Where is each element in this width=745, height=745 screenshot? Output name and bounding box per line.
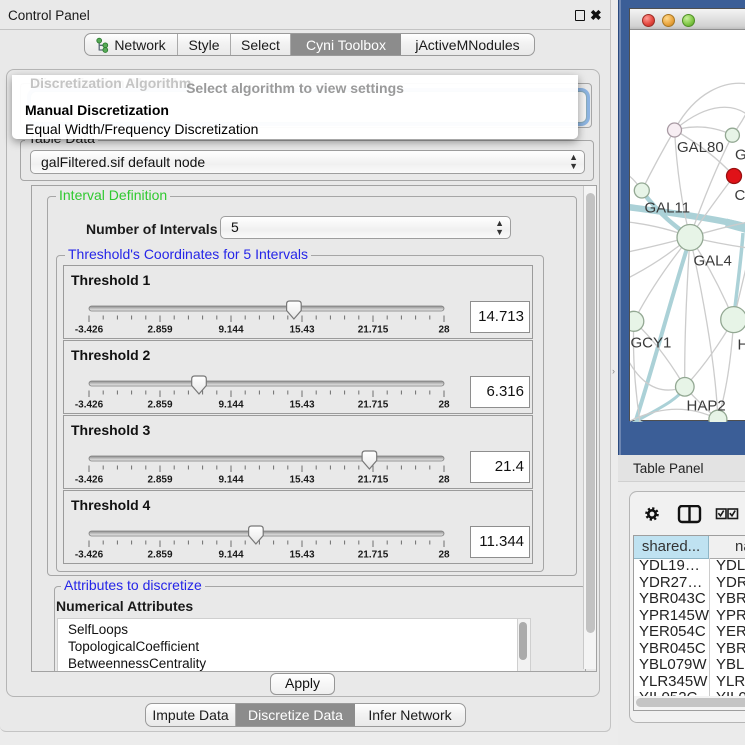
svg-text:21.715: 21.715 — [358, 400, 389, 411]
svg-text:GAL80: GAL80 — [677, 139, 724, 156]
svg-text:2.859: 2.859 — [147, 400, 172, 411]
svg-text:28: 28 — [438, 475, 450, 486]
svg-text:2.859: 2.859 — [147, 325, 172, 336]
svg-text:GCY1: GCY1 — [631, 335, 672, 352]
svg-text:H: H — [738, 337, 745, 354]
svg-text:9.144: 9.144 — [218, 325, 243, 336]
svg-text:28: 28 — [438, 400, 450, 411]
svg-text:15.43: 15.43 — [289, 475, 314, 486]
svg-text:15.43: 15.43 — [289, 325, 314, 336]
svg-text:GAL: GAL — [735, 147, 745, 164]
svg-text:21.715: 21.715 — [358, 325, 389, 336]
svg-text:2.859: 2.859 — [147, 475, 172, 486]
svg-text:2.859: 2.859 — [147, 550, 172, 561]
svg-text:-3.426: -3.426 — [75, 325, 104, 336]
svg-text:GAL4: GAL4 — [694, 253, 732, 270]
svg-text:HAP2: HAP2 — [687, 398, 726, 415]
svg-text:15.43: 15.43 — [289, 400, 314, 411]
svg-text:21.715: 21.715 — [358, 550, 389, 561]
svg-text:28: 28 — [438, 325, 450, 336]
svg-text:21.715: 21.715 — [358, 475, 389, 486]
svg-text:-3.426: -3.426 — [75, 550, 104, 561]
svg-text:28: 28 — [438, 550, 450, 561]
svg-text:C: C — [735, 187, 745, 204]
svg-text:-3.426: -3.426 — [75, 400, 104, 411]
svg-text:9.144: 9.144 — [218, 400, 243, 411]
svg-text:-3.426: -3.426 — [75, 475, 104, 486]
svg-text:GAL11: GAL11 — [645, 200, 691, 217]
svg-text:9.144: 9.144 — [218, 550, 243, 561]
svg-text:15.43: 15.43 — [289, 550, 314, 561]
svg-text:9.144: 9.144 — [218, 475, 243, 486]
